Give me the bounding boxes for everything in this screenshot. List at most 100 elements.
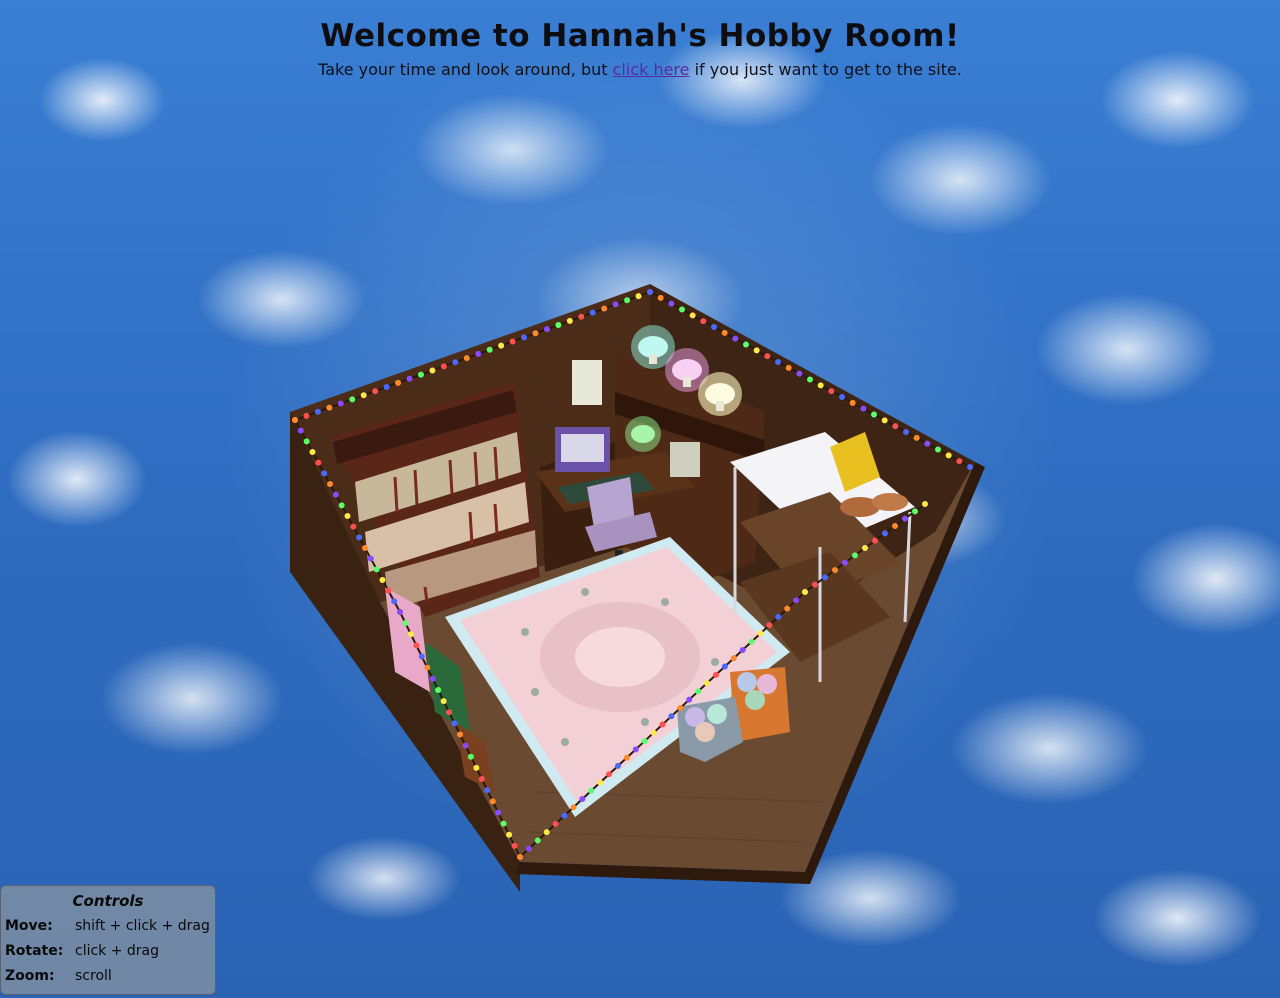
light-bulb [721, 663, 728, 670]
light-bulb [525, 845, 532, 852]
light-bulb [784, 605, 791, 612]
light-bulb [338, 502, 345, 509]
light-bulb [700, 318, 707, 325]
light-bulb [362, 545, 368, 551]
light-bulb [452, 359, 459, 366]
light-bulb [739, 646, 746, 653]
light-bulb [566, 317, 573, 324]
light-bulb [373, 566, 380, 573]
light-bulb [462, 742, 469, 749]
light-bulb [511, 842, 518, 849]
light-bulb [945, 452, 952, 459]
light-bulb [589, 309, 596, 316]
light-bulb [327, 481, 333, 487]
control-value: shift + click + drag [75, 917, 210, 934]
light-bulb [623, 754, 630, 761]
light-bulb [668, 713, 675, 720]
light-bulb [796, 370, 803, 377]
control-row-zoom: Zoom: scroll [5, 963, 211, 988]
light-bulb [849, 399, 856, 406]
light-bulb [832, 567, 838, 573]
light-bulb [650, 729, 657, 736]
light-bulb [842, 559, 848, 566]
light-bulb [517, 854, 523, 860]
light-bulb [367, 555, 374, 562]
light-bulb [732, 335, 739, 342]
light-bulb [385, 587, 392, 594]
light-bulb [757, 630, 764, 637]
light-bulb [435, 686, 442, 693]
light-bulb [413, 642, 420, 649]
light-bulb [704, 680, 711, 687]
controls-panel: Controls Move: shift + click + drag Rota… [0, 885, 216, 995]
light-bulb [828, 388, 835, 395]
light-bulb [424, 664, 431, 671]
light-bulb [775, 359, 781, 365]
light-bulb [632, 746, 639, 753]
light-bulb [484, 787, 491, 794]
light-bulb [793, 597, 800, 604]
light-bulb [822, 574, 828, 581]
light-bulb [686, 696, 693, 703]
control-row-rotate: Rotate: click + drag [5, 938, 211, 963]
light-bulb [473, 764, 480, 771]
light-bulb [344, 513, 351, 519]
light-bulb [712, 671, 719, 678]
light-bulb [356, 534, 363, 541]
light-bulb [614, 762, 621, 769]
light-bulb [478, 776, 485, 783]
control-value: click + drag [75, 942, 160, 959]
light-bulb [500, 820, 507, 827]
light-bulb [612, 301, 619, 308]
skip-to-site-link[interactable]: click here [613, 60, 690, 79]
light-bulb [967, 464, 973, 470]
light-bulb [871, 411, 877, 418]
light-bulb [956, 458, 963, 465]
light-bulb [407, 631, 414, 638]
light-bulb [467, 753, 474, 760]
light-bulb [475, 350, 482, 357]
light-bulb [391, 598, 398, 605]
light-bulb [349, 396, 356, 403]
control-row-move: Move: shift + click + drag [5, 913, 211, 938]
light-bulb [561, 812, 568, 819]
light-bulb [463, 355, 470, 362]
subtitle-text-before: Take your time and look around, but [318, 60, 613, 79]
light-bulb [817, 382, 824, 389]
light-bulb [913, 434, 920, 441]
light-bulb [326, 404, 333, 411]
light-bulb [297, 427, 304, 434]
light-bulb [882, 530, 888, 537]
light-bulb [570, 804, 577, 811]
light-bulb [721, 329, 728, 336]
light-bulb [892, 423, 899, 430]
light-bulb [498, 342, 505, 349]
light-bulb [641, 738, 648, 745]
light-bulb [578, 313, 585, 320]
control-key: Rotate: [5, 942, 64, 959]
page-subtitle: Take your time and look around, but clic… [0, 60, 1280, 79]
light-bulb [935, 446, 941, 453]
light-bulb [495, 809, 502, 816]
light-bulb [677, 704, 684, 711]
light-bulb [303, 412, 310, 419]
light-bulb [588, 787, 595, 794]
light-bulb [521, 334, 528, 341]
light-bulb [440, 363, 447, 370]
light-bulb [532, 330, 539, 337]
light-bulb [601, 305, 608, 312]
light-bulb [555, 322, 562, 329]
light-bulb [689, 312, 696, 319]
light-bulb [657, 294, 664, 301]
light-bulb [489, 798, 496, 805]
light-bulb [606, 771, 613, 778]
light-bulb [852, 552, 858, 559]
light-bulb [839, 394, 845, 400]
3d-room-viewport[interactable] [285, 272, 985, 912]
page-title: Welcome to Hannah's Hobby Room! [320, 18, 960, 54]
control-value: scroll [75, 967, 112, 984]
light-bulb [912, 508, 918, 515]
light-bulb [860, 405, 867, 412]
page-header: Welcome to Hannah's Hobby Room! Take you… [0, 18, 1280, 79]
light-bulb [506, 831, 513, 838]
